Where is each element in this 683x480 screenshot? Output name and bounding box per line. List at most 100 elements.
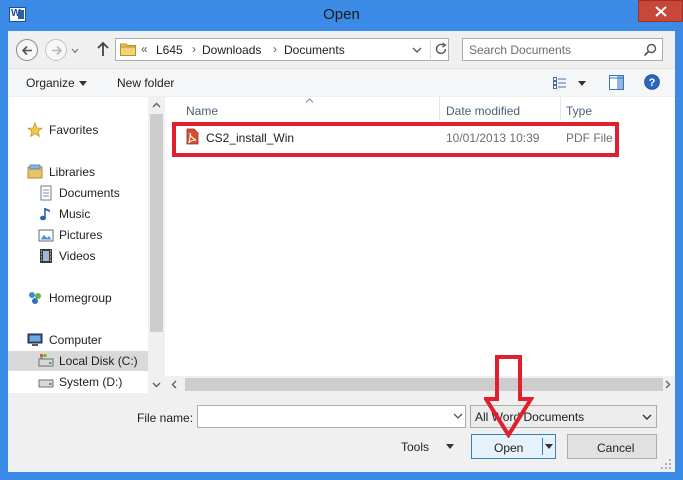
nav-computer-label: Computer <box>49 333 102 347</box>
column-header-type[interactable]: Type <box>560 97 675 121</box>
nav-music-label: Music <box>59 207 91 221</box>
new-folder-button[interactable]: New folder <box>117 76 174 90</box>
window-title: Open <box>323 6 360 23</box>
nav-homegroup-label: Homegroup <box>49 291 112 305</box>
nav-local-disk-c-label: Local Disk (C:) <box>59 354 138 368</box>
breadcrumb-separator: › <box>273 42 277 56</box>
svg-text:?: ? <box>649 77 656 89</box>
nav-system-d[interactable]: System (D:) <box>8 372 148 392</box>
nav-documents-label: Documents <box>59 186 120 200</box>
nav-local-disk-c[interactable]: Local Disk (C:) <box>8 351 148 371</box>
nav-computer[interactable]: Computer <box>8 330 148 350</box>
music-icon <box>40 208 50 221</box>
forward-icon <box>52 45 63 56</box>
open-button-label: Open <box>494 441 524 455</box>
scroll-left-icon[interactable] <box>171 380 177 389</box>
up-icon[interactable] <box>96 41 110 57</box>
nav-pictures[interactable]: Pictures <box>8 225 148 245</box>
chevron-down-icon <box>642 414 652 420</box>
open-options-dropdown-icon[interactable] <box>545 444 553 449</box>
help-icon[interactable]: ? <box>644 74 660 90</box>
pdf-icon <box>186 128 199 145</box>
file-list: Name Date modified Type CS2_install_Win … <box>165 97 675 393</box>
file-name-input[interactable] <box>197 405 466 428</box>
close-button[interactable] <box>638 0 683 22</box>
nav-favorites-label: Favorites <box>49 123 99 137</box>
organize-menu[interactable]: Organize <box>26 76 75 90</box>
libraries-icon <box>27 164 43 179</box>
file-type-filter-label: All Word Documents <box>475 410 585 424</box>
horizontal-scrollbar[interactable] <box>165 376 675 393</box>
view-icon[interactable] <box>553 77 567 89</box>
scroll-down-icon[interactable] <box>152 382 161 388</box>
videos-icon <box>40 249 52 263</box>
homegroup-icon <box>29 292 41 304</box>
scrollbar-thumb[interactable] <box>150 114 163 332</box>
address-dropdown-icon[interactable] <box>410 43 424 57</box>
search-icon[interactable] <box>643 43 657 57</box>
nav-pictures-label: Pictures <box>59 228 103 242</box>
address-bar[interactable]: « L645 › Downloads › Documents <box>115 38 449 61</box>
breadcrumb-l645[interactable]: L645 <box>156 43 183 57</box>
cancel-button-label: Cancel <box>597 441 635 455</box>
scroll-up-icon[interactable] <box>152 102 161 108</box>
open-button-divider <box>542 438 543 455</box>
column-name-label: Name <box>186 104 219 118</box>
pictures-icon <box>38 229 54 242</box>
file-name: CS2_install_Win <box>206 131 295 145</box>
search-input[interactable] <box>469 42 639 57</box>
open-button[interactable]: Open <box>471 434 556 459</box>
breadcrumb-documents[interactable]: Documents <box>284 43 345 57</box>
view-dropdown-icon[interactable] <box>578 81 586 86</box>
nav-videos[interactable]: Videos <box>8 246 148 266</box>
file-type: PDF File <box>566 131 613 145</box>
open-dialog: W Open « L645 › Downloads › Documents Se… <box>0 0 683 480</box>
file-name-label: File name: <box>137 411 194 425</box>
column-date-label: Date modified <box>446 104 521 118</box>
nav-homegroup[interactable]: Homegroup <box>8 288 148 308</box>
close-icon <box>655 6 667 17</box>
address-overflow[interactable]: « <box>141 42 148 56</box>
scrollbar-thumb[interactable] <box>185 378 663 391</box>
command-bar: Organize New folder ? <box>8 68 675 96</box>
back-icon <box>21 45 32 56</box>
navigation-pane: Favorites Libraries Documents Music Pict… <box>8 97 165 393</box>
documents-icon <box>40 185 52 201</box>
breadcrumb-separator: › <box>192 42 196 56</box>
recent-locations-dropdown[interactable] <box>71 48 79 54</box>
file-type-filter[interactable]: All Word Documents <box>470 405 657 428</box>
cancel-button[interactable]: Cancel <box>567 434 657 459</box>
nav-videos-label: Videos <box>59 249 96 263</box>
tools-dropdown-icon[interactable] <box>446 444 454 449</box>
file-date: 10/01/2013 10:39 <box>446 131 540 145</box>
refresh-button[interactable] <box>430 40 449 59</box>
refresh-icon <box>435 42 447 55</box>
title-bar: W Open <box>0 0 683 31</box>
column-header-name[interactable]: Name <box>180 97 440 121</box>
computer-icon <box>27 333 43 346</box>
file-row[interactable]: CS2_install_Win 10/01/2013 10:39 PDF Fil… <box>177 125 613 149</box>
column-header-date[interactable]: Date modified <box>440 97 560 121</box>
scroll-right-icon[interactable] <box>665 380 671 389</box>
back-button[interactable] <box>16 39 38 61</box>
breadcrumb-downloads[interactable]: Downloads <box>202 43 261 57</box>
nav-libraries[interactable]: Libraries <box>8 162 148 182</box>
nav-system-d-label: System (D:) <box>59 375 123 389</box>
nav-libraries-label: Libraries <box>49 165 96 179</box>
navigation-scrollbar[interactable] <box>148 97 165 393</box>
drive-icon <box>38 379 54 388</box>
dialog-client: « L645 › Downloads › Documents Search Do… <box>8 31 675 472</box>
nav-favorites[interactable]: Favorites <box>8 120 148 140</box>
column-type-label: Type <box>566 104 593 118</box>
resize-grip-icon[interactable] <box>661 459 672 470</box>
file-name-dropdown-icon[interactable] <box>450 405 466 428</box>
nav-documents[interactable]: Documents <box>8 183 148 203</box>
nav-music[interactable]: Music <box>8 204 148 224</box>
drive-icon <box>38 354 54 367</box>
folder-icon <box>120 43 136 56</box>
tools-menu[interactable]: Tools <box>401 440 429 454</box>
preview-pane-icon[interactable] <box>609 75 624 90</box>
star-icon <box>27 122 43 138</box>
search-box[interactable] <box>462 38 663 61</box>
forward-button[interactable] <box>45 39 67 61</box>
